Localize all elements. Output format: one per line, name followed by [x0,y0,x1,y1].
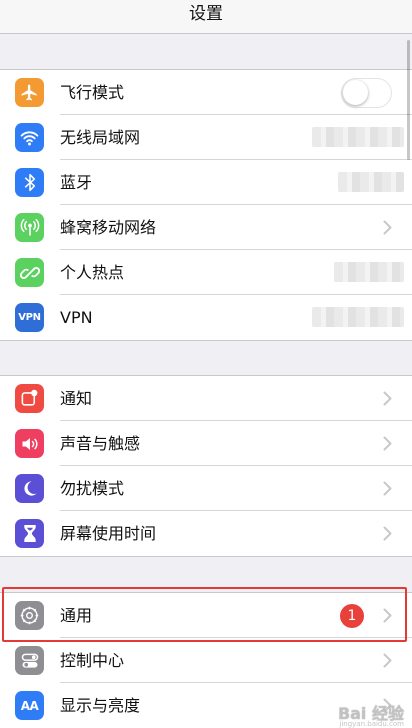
settings-row-label: 通用 [60,606,93,625]
settings-row-label: 蜂窝移动网络 [60,218,157,237]
sound-icon [15,429,44,458]
wifi-icon [15,123,44,152]
settings-row-wifi[interactable]: 无线局域网 [0,115,412,160]
notification-badge: 1 [340,604,364,628]
chevron-right-icon [383,391,392,406]
gear-icon [15,601,44,630]
settings-row-control-center[interactable]: 控制中心 [0,638,412,683]
settings-row-label: 勿扰模式 [60,479,125,498]
settings-row-label: 蓝牙 [60,173,93,192]
settings-group-connectivity: 飞行模式 无线局域网 蓝牙 蜂窝移动网络 个人热点 VPN VPN [0,69,412,341]
hotspot-icon [15,258,44,287]
settings-row-label: 个人热点 [60,263,125,282]
settings-row-notifications[interactable]: 通知 [0,376,412,421]
page-title: 设置 [189,4,223,24]
settings-row-do-not-disturb[interactable]: 勿扰模式 [0,466,412,511]
notifications-icon [15,384,44,413]
control-center-icon [15,646,44,675]
airplane-icon [15,78,44,107]
scrollbar[interactable] [407,40,410,160]
hourglass-icon [15,519,44,548]
settings-row-label: 无线局域网 [60,128,141,147]
settings-row-cellular[interactable]: 蜂窝移动网络 [0,205,412,250]
chevron-right-icon [383,608,392,623]
airplane-mode-toggle[interactable] [341,78,392,108]
blurred-value [312,127,404,147]
display-brightness-icon: AA [15,691,44,720]
settings-row-label: 屏幕使用时间 [60,524,157,543]
cellular-icon [15,213,44,242]
display-brightness-icon-text: AA [20,698,39,713]
bluetooth-icon [15,168,44,197]
vpn-icon-text: VPN [18,312,41,323]
watermark-url: jingyan.baidu.com [339,720,404,728]
navigation-bar: 设置 [0,0,412,34]
moon-icon [15,474,44,503]
settings-row-vpn[interactable]: VPN VPN [0,295,412,340]
chevron-right-icon [383,436,392,451]
chevron-right-icon [383,653,392,668]
settings-row-bluetooth[interactable]: 蓝牙 [0,160,412,205]
chevron-right-icon [383,481,392,496]
settings-row-sounds-haptics[interactable]: 声音与触感 [0,421,412,466]
settings-row-airplane-mode[interactable]: 飞行模式 [0,70,412,115]
settings-row-label: 控制中心 [60,651,125,670]
settings-group-notifications: 通知 声音与触感 勿扰模式 屏幕使用时间 [0,375,412,557]
settings-row-general[interactable]: 通用 1 [0,593,412,638]
toggle-knob [343,80,368,105]
chevron-right-icon [383,220,392,235]
settings-row-label: 声音与触感 [60,434,141,453]
settings-row-personal-hotspot[interactable]: 个人热点 [0,250,412,295]
vpn-icon: VPN [15,303,44,332]
settings-row-label: VPN [60,308,93,327]
settings-row-label: 显示与亮度 [60,696,141,715]
settings-row-label: 通知 [60,389,93,408]
blurred-value [334,262,404,282]
blurred-value [312,307,404,327]
settings-row-label: 飞行模式 [60,83,125,102]
blurred-value [338,172,404,192]
settings-row-screen-time[interactable]: 屏幕使用时间 [0,511,412,556]
chevron-right-icon [383,526,392,541]
